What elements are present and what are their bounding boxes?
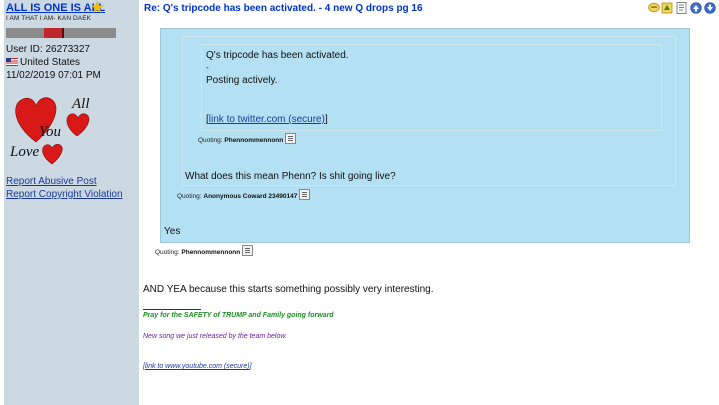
quote-middle-text: What does this mean Phenn? Is shit going… xyxy=(185,171,396,182)
svg-text:Love: Love xyxy=(9,144,40,160)
star-icon: ★ xyxy=(91,0,104,15)
user-country: United States xyxy=(6,57,80,68)
us-flag-icon xyxy=(6,58,18,66)
avatar-hearts-image: Love You All xyxy=(9,96,90,165)
rating-segment xyxy=(64,28,116,38)
quote-inner-dash: - xyxy=(206,63,209,72)
post-body-text: AND YEA because this starts something po… xyxy=(143,284,434,295)
arrow-up-icon[interactable] xyxy=(690,1,702,19)
bracket-close: ] xyxy=(324,114,328,125)
view-quote-icon[interactable] xyxy=(285,133,297,144)
signature-line-green: Pray for the SAFETY of TRUMP and Family … xyxy=(143,312,334,319)
user-rating-bar xyxy=(6,28,116,38)
svg-text:All: All xyxy=(71,96,90,112)
bracket-close: ] xyxy=(249,363,252,370)
user-id: User ID: 26273327 xyxy=(6,44,90,55)
country-text: United States xyxy=(20,57,81,68)
view-quote-icon[interactable] xyxy=(242,245,254,256)
report-abusive-post-link[interactable]: Report Abusive Post xyxy=(6,176,97,187)
quoting-prefix: Quoting: xyxy=(198,137,225,144)
post-date: 11/02/2019 07:01 PM xyxy=(6,70,101,81)
quoting-line-outer: Quoting: Phennommennonn xyxy=(155,245,254,256)
youtube-link[interactable]: link to www.youtube.com (secure) xyxy=(145,363,250,370)
quote-inner-link-wrapper: [link to twitter.com (secure)] xyxy=(206,114,328,125)
quote-inner-line1: Q's tripcode has been activated. xyxy=(206,50,349,61)
post-title[interactable]: Re: Q's tripcode has been activated. - 4… xyxy=(144,3,423,14)
signature-line-purple: New song we just released by the team be… xyxy=(143,333,287,340)
rating-segment xyxy=(44,28,62,38)
quote-inner-line2: Posting actively. xyxy=(206,75,278,86)
user-tagline: I AM THAT I AM- KAN DAEK xyxy=(6,15,92,22)
quoting-prefix: Quoting: xyxy=(155,249,182,256)
signature-link-wrapper: [link to www.youtube.com (secure)] xyxy=(143,363,252,370)
user-sidebar: ALL IS ONE IS ALL ★ I AM THAT I AM- KAN … xyxy=(4,0,139,405)
quoting-prefix: Quoting: xyxy=(177,193,204,200)
quote-outer-text: Yes xyxy=(164,226,181,237)
svg-text:You: You xyxy=(39,124,61,140)
signature-divider xyxy=(143,309,201,310)
username-link[interactable]: ALL IS ONE IS ALL ★ xyxy=(6,0,105,15)
view-quote-icon[interactable] xyxy=(299,189,311,200)
rating-segment xyxy=(6,28,44,38)
quote-icon[interactable] xyxy=(648,1,660,19)
quoting-line-middle: Quoting: Anonymous Coward 23490147 xyxy=(177,189,311,200)
report-copyright-link[interactable]: Report Copyright Violation xyxy=(6,189,123,200)
arrow-down-icon[interactable] xyxy=(704,1,716,19)
quoting-line-inner: Quoting: Phennommennonn xyxy=(198,133,297,144)
edit-icon[interactable] xyxy=(676,1,687,19)
quoting-name[interactable]: Phennommennonn xyxy=(224,137,283,144)
twitter-link[interactable]: link to twitter.com (secure) xyxy=(209,114,325,125)
reply-icon[interactable] xyxy=(661,1,673,19)
quoting-name[interactable]: Anonymous Coward 23490147 xyxy=(203,193,297,200)
quoting-name[interactable]: Phennommennonn xyxy=(181,249,240,256)
